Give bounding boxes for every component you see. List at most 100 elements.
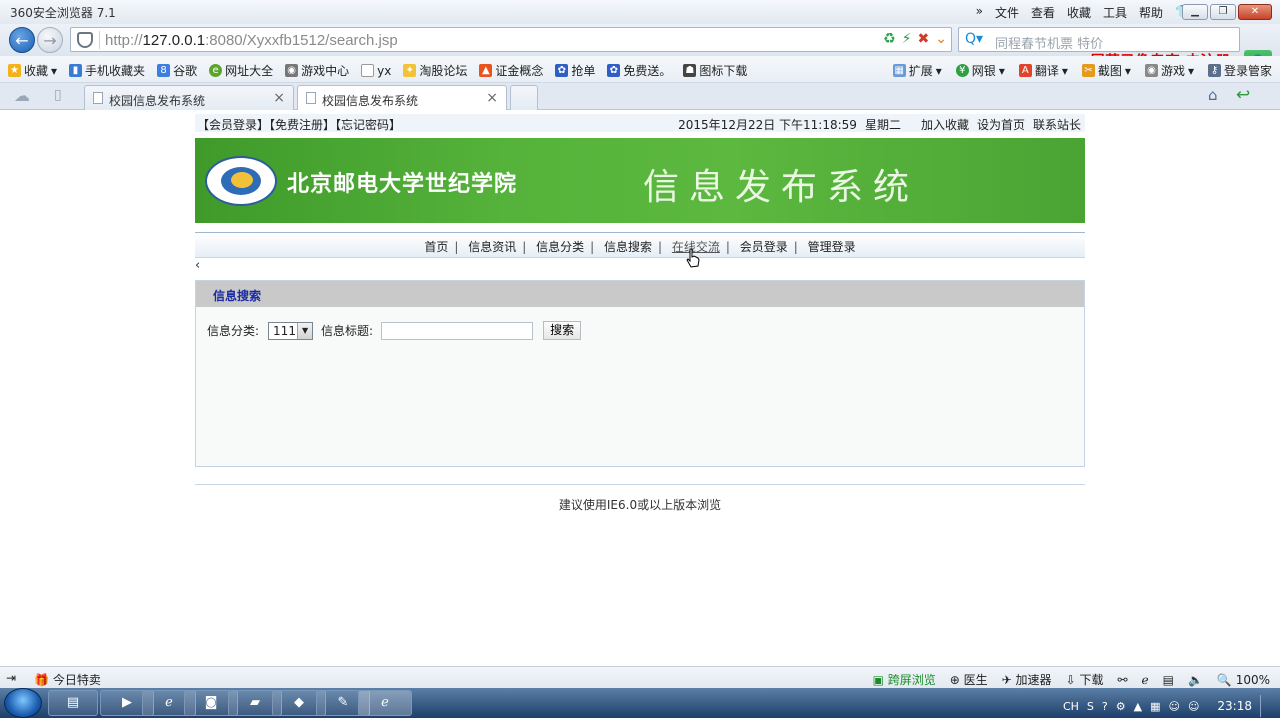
undo-close-icon[interactable]: ↩ — [1236, 85, 1250, 105]
search-button[interactable]: 搜索 — [543, 321, 582, 340]
zoom-level[interactable]: 🔍 100% — [1217, 673, 1270, 687]
stop-icon[interactable]: ✖ — [918, 31, 930, 47]
window-icon[interactable]: ▤ — [1163, 673, 1174, 687]
menu-more[interactable]: » — [976, 4, 983, 21]
daily-deals-link[interactable]: 🎁 今日特卖 — [34, 671, 101, 688]
chevron-down-icon[interactable]: ⌄ — [935, 31, 947, 47]
set-homepage-link[interactable]: 设为首页 — [977, 116, 1025, 133]
doctor-button[interactable]: ⊕ 医生 — [950, 671, 988, 688]
menu-file[interactable]: 文件 — [995, 4, 1019, 21]
login-manager-button[interactable]: ⚷ 登录管家 — [1207, 62, 1272, 79]
arrow-left-icon: ← — [15, 31, 29, 50]
chevron-down-icon[interactable]: ▼ — [297, 322, 313, 339]
start-button[interactable] — [4, 688, 42, 718]
nav-search[interactable]: 信息搜索 — [604, 240, 652, 254]
close-tab-icon[interactable]: × — [273, 90, 285, 106]
menu-favorites[interactable]: 收藏 — [1067, 4, 1091, 21]
tray-expand-icon[interactable]: ▲ — [1134, 700, 1142, 713]
search-input[interactable]: 同程春节机票 特价 — [995, 33, 1103, 52]
system-tray: CH S ? ⚙ ▲ ▦ ☺ ☺ 23:18 — [1063, 695, 1270, 717]
hand-cursor-icon — [686, 248, 700, 268]
ie-mode-icon[interactable]: ℯ — [1142, 673, 1149, 687]
show-desktop-button[interactable] — [1260, 695, 1270, 717]
gift-icon: 🎁 — [34, 673, 50, 687]
search-box[interactable]: Q▾ 同程春节机票 特价 — [958, 27, 1240, 52]
fav-item-yx[interactable]: yx — [361, 62, 391, 79]
top-right-info: 2015年12月22日 下午11:18:59 星期二 加入收藏 设为首页 联系站… — [678, 116, 1081, 133]
translate-button[interactable]: A 翻译 ▾ — [1018, 62, 1068, 79]
tab-bar: ☁ ▯ 校园信息发布系统 × 校园信息发布系统 × ⌂ ↩ — [0, 83, 1280, 110]
back-button[interactable]: ← — [9, 27, 35, 53]
title-input[interactable] — [381, 321, 534, 340]
scroll-left-arrow[interactable]: ‹ — [195, 258, 200, 273]
key-icon: ⚷ — [1207, 64, 1221, 77]
nav-categories[interactable]: 信息分类 — [536, 240, 584, 254]
new-tab-button[interactable] — [510, 85, 538, 110]
search-form: 信息分类: 111 ▼ 信息标题: 搜索 — [207, 321, 582, 340]
home-icon[interactable]: ⌂ — [1208, 86, 1218, 104]
favorites-bar: ★ 收藏 ▾ ▮ 手机收藏夹 8 谷歌 e 网址大全 ◉ 游戏中心 yx ✦ 淘股论坛 ▲ 证… — [0, 56, 1280, 83]
minimize-button[interactable]: ▁ — [1182, 4, 1208, 20]
network-icon[interactable]: ▦ — [1150, 700, 1160, 713]
fav-item-concept[interactable]: ▲ 证金概念 — [479, 62, 543, 79]
extensions-button[interactable]: ▦ 扩展 ▾ — [892, 62, 942, 79]
menu-view[interactable]: 查看 — [1031, 4, 1055, 21]
browser-icon: ℯ — [381, 695, 389, 710]
fav-item-collect[interactable]: ★ 收藏 ▾ — [8, 62, 57, 79]
close-window-button[interactable]: ✕ — [1238, 4, 1272, 20]
sidebar-toggle-icon[interactable]: ⇥ — [6, 671, 16, 688]
cloud-icon[interactable]: ☁ — [14, 86, 30, 105]
cross-screen-button[interactable]: ▣ 跨屏浏览 — [873, 671, 936, 688]
help-icon[interactable]: ? — [1102, 700, 1108, 713]
proxy-icon[interactable]: ⚯ — [1117, 673, 1127, 687]
nav-home[interactable]: 首页 — [424, 240, 448, 254]
restore-button[interactable]: ❐ — [1210, 4, 1236, 20]
sogou-icon[interactable]: S — [1087, 700, 1094, 713]
refresh-icon[interactable]: ♻ — [883, 31, 896, 47]
screenshot-button[interactable]: ✂ 截图 ▾ — [1081, 62, 1131, 79]
contact-admin-link[interactable]: 联系站长 — [1033, 116, 1081, 133]
add-favorite-link[interactable]: 加入收藏 — [921, 116, 969, 133]
menu-tools[interactable]: 工具 — [1103, 4, 1127, 21]
phone-icon[interactable]: ▯ — [54, 87, 62, 103]
fav-item-grab[interactable]: ✿ 抢单 — [555, 62, 595, 79]
search-engine-icon[interactable]: Q▾ — [965, 31, 983, 47]
nav-admin-login[interactable]: 管理登录 — [808, 240, 856, 254]
menu-help[interactable]: 帮助 — [1139, 4, 1163, 21]
fav-item-stocks[interactable]: ✦ 淘股论坛 — [403, 62, 467, 79]
address-divider — [99, 31, 100, 49]
fav-item-google[interactable]: 8 谷歌 — [157, 62, 197, 79]
speed-icon[interactable]: ⚡ — [902, 31, 912, 47]
forward-button[interactable]: → — [37, 27, 63, 53]
url-text[interactable]: http://127.0.0.1:8080/Xyxxfb1512/search.… — [105, 32, 398, 49]
current-weekday: 星期二 — [864, 118, 901, 132]
taskbar-app-doc[interactable]: ▤ — [48, 690, 98, 716]
tab-campus-1[interactable]: 校园信息发布系统 × — [84, 85, 294, 110]
close-tab-icon[interactable]: × — [486, 90, 498, 106]
ebank-button[interactable]: ¥ 网银 ▾ — [955, 62, 1005, 79]
accelerator-button[interactable]: ✈ 加速器 — [1002, 671, 1052, 688]
qq-icon[interactable]: ☺ — [1168, 700, 1179, 713]
toolbar-extras: ▦ 扩展 ▾ ¥ 网银 ▾ A 翻译 ▾ ✂ 截图 ▾ ◉ 游戏 ▾ ⚷ 登录管家 — [892, 62, 1272, 79]
scissors-icon: ✂ — [1081, 64, 1095, 77]
nav-news[interactable]: 信息资讯 — [468, 240, 516, 254]
address-bar[interactable]: http://127.0.0.1:8080/Xyxxfb1512/search.… — [70, 27, 952, 52]
volume-icon[interactable]: 🔈 — [1188, 673, 1203, 687]
tray-settings-icon[interactable]: ⚙ — [1116, 700, 1126, 713]
nav-member-login[interactable]: 会员登录 — [740, 240, 788, 254]
category-select[interactable]: 111 ▼ — [268, 321, 314, 340]
fav-item-icons[interactable]: ☗ 图标下载 — [683, 62, 747, 79]
taskbar-app-360browser[interactable]: ℯ — [358, 690, 412, 716]
language-indicator[interactable]: CH — [1063, 700, 1079, 713]
account-links[interactable]: 【会员登录】【免费注册】【忘记密码】 — [197, 116, 401, 133]
fav-item-free[interactable]: ✿ 免费送。 — [607, 62, 671, 79]
tab-campus-2[interactable]: 校园信息发布系统 × — [297, 85, 507, 110]
shield-icon — [77, 32, 93, 48]
gamepad-icon: ◉ — [285, 64, 299, 77]
download-button[interactable]: ⇩ 下载 — [1066, 671, 1104, 688]
fav-item-games[interactable]: ◉ 游戏中心 — [285, 62, 349, 79]
fav-item-mobile[interactable]: ▮ 手机收藏夹 — [69, 62, 145, 79]
fav-item-hao[interactable]: e 网址大全 — [209, 62, 273, 79]
qq-icon[interactable]: ☺ — [1188, 700, 1199, 713]
games-button[interactable]: ◉ 游戏 ▾ — [1144, 62, 1194, 79]
